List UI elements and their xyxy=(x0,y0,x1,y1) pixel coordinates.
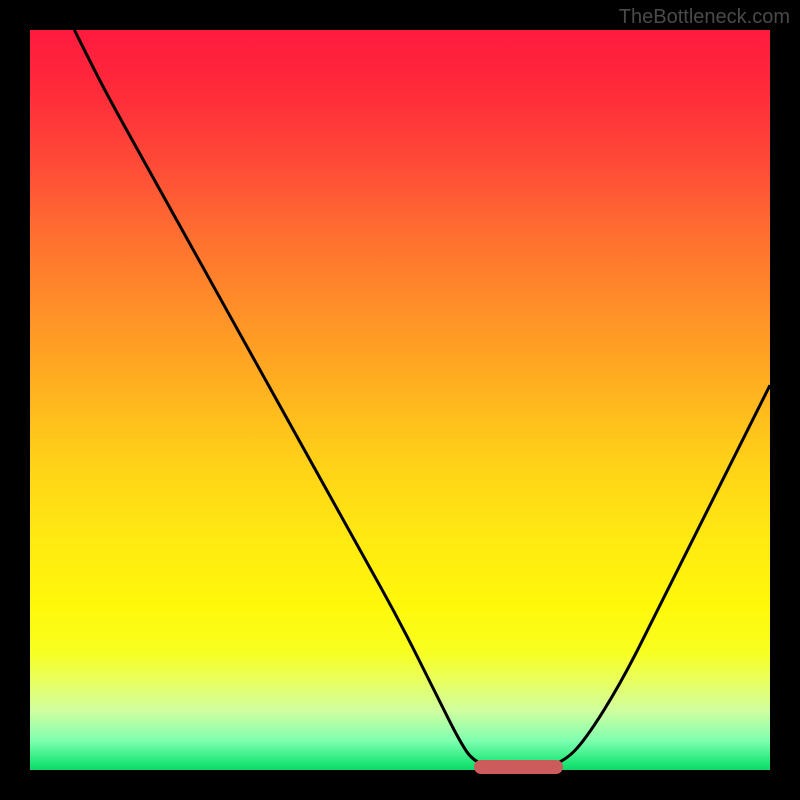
chart-plot-area xyxy=(30,30,770,770)
bottleneck-curve xyxy=(74,30,770,770)
watermark-text: TheBottleneck.com xyxy=(619,6,790,29)
optimal-range-marker xyxy=(474,760,563,774)
chart-curve-svg xyxy=(30,30,770,770)
